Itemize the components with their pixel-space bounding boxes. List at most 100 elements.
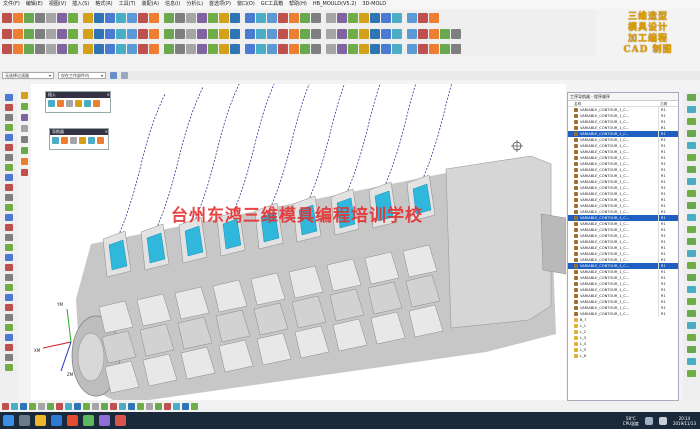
toolbar-button-icon[interactable] [440, 43, 450, 54]
menu-item[interactable]: 窗口(O) [234, 0, 258, 9]
selection-tool-icon[interactable] [110, 403, 117, 410]
sketch-tool-icon[interactable] [4, 294, 13, 301]
selection-tool-icon[interactable] [11, 403, 18, 410]
toolbar-button-icon[interactable] [149, 28, 159, 39]
sketch-tool-icon[interactable] [4, 194, 13, 201]
menu-item[interactable]: 首选项(P) [206, 0, 234, 9]
toolbar-button-icon[interactable] [451, 43, 461, 54]
name-column-header[interactable]: 名称 [568, 101, 658, 106]
resource-bar-icon[interactable] [687, 142, 696, 149]
resource-bar-icon[interactable] [687, 226, 696, 233]
toolbar-button-icon[interactable] [13, 13, 23, 23]
resource-bar-icon[interactable] [687, 334, 696, 341]
nx-app-icon[interactable] [67, 415, 78, 426]
toolbar-button-icon[interactable] [278, 28, 288, 39]
toolbar-button-icon[interactable] [57, 13, 67, 23]
toolbar-button-icon[interactable] [164, 28, 174, 39]
panel-tool-icon[interactable] [61, 137, 68, 144]
clock[interactable]: 20:14 2019/11/13 [673, 416, 696, 426]
close-icon[interactable]: × [107, 92, 110, 98]
sketch-tool-icon[interactable] [4, 244, 13, 251]
resource-bar-icon[interactable] [687, 154, 696, 161]
resource-bar-icon[interactable] [687, 214, 696, 221]
toolbar-button-icon[interactable] [2, 28, 12, 39]
panel-tool-icon[interactable] [52, 137, 59, 144]
toolbar-button-icon[interactable] [149, 13, 159, 23]
menu-item[interactable]: 格式(R) [92, 0, 115, 9]
toolbar-button-icon[interactable] [219, 28, 229, 39]
toolbar-button-icon[interactable] [440, 28, 450, 39]
toolbar-button-icon[interactable] [83, 43, 93, 54]
selection-tool-icon[interactable] [173, 403, 180, 410]
scope-select[interactable]: 仅在工作部件内 ▾ [58, 72, 106, 79]
toolbar-button-icon[interactable] [105, 28, 115, 39]
toolbar-button-icon[interactable] [392, 43, 402, 54]
toolbar-button-icon[interactable] [407, 43, 417, 54]
resource-bar-icon[interactable] [687, 94, 696, 101]
toolbar-button-icon[interactable] [68, 13, 78, 23]
menu-item[interactable]: HB_MOULD(V5.2) [310, 0, 360, 9]
panel-tool-icon[interactable] [84, 100, 91, 107]
menu-item[interactable]: 分析(L) [183, 0, 206, 9]
chat-app-icon[interactable] [83, 415, 94, 426]
resource-bar-icon[interactable] [687, 106, 696, 113]
toolbar-button-icon[interactable] [230, 13, 240, 23]
toolbar-button-icon[interactable] [208, 28, 218, 39]
toolbar-button-icon[interactable] [164, 13, 174, 23]
selection-tool-icon[interactable] [119, 403, 126, 410]
toolbar-button-icon[interactable] [300, 13, 310, 23]
toolbar-button-icon[interactable] [24, 28, 34, 39]
panel-tool-icon[interactable] [48, 100, 55, 107]
sketch-tool-icon[interactable] [20, 147, 28, 154]
resource-bar-icon[interactable] [687, 274, 696, 281]
sketch-tool-icon[interactable] [4, 234, 13, 241]
toolbar-button-icon[interactable] [116, 28, 126, 39]
toolbar-button-icon[interactable] [337, 28, 347, 39]
toolbar-button-icon[interactable] [138, 43, 148, 54]
toolbar-button-icon[interactable] [2, 43, 12, 54]
sketch-tool-icon[interactable] [4, 94, 13, 101]
graphics-viewport[interactable]: YM XM ZM 台州东鸿三维模具编程培训学校 插入 × 导航器 × [31, 84, 566, 400]
sketch-tool-icon[interactable] [4, 184, 13, 191]
toolbar-button-icon[interactable] [370, 13, 380, 23]
menu-item[interactable]: 3D-MOLD [359, 0, 389, 9]
toolbar-button-icon[interactable] [175, 28, 185, 39]
browser-icon[interactable] [51, 415, 62, 426]
network-icon[interactable] [644, 416, 653, 425]
snap-icon[interactable] [121, 72, 128, 79]
toolbar-button-icon[interactable] [359, 28, 369, 39]
menu-item[interactable]: 插入(S) [69, 0, 92, 9]
sketch-tool-icon[interactable] [4, 284, 13, 291]
resource-bar-icon[interactable] [687, 166, 696, 173]
selection-tool-icon[interactable] [2, 403, 9, 410]
toolbar-button-icon[interactable] [105, 43, 115, 54]
sketch-tool-icon[interactable] [4, 304, 13, 311]
toolbar-button-icon[interactable] [337, 13, 347, 23]
sketch-tool-icon[interactable] [4, 164, 13, 171]
panel-tool-icon[interactable] [66, 100, 73, 107]
toolbar-button-icon[interactable] [267, 43, 277, 54]
selection-tool-icon[interactable] [74, 403, 81, 410]
sketch-tool-icon[interactable] [4, 124, 13, 131]
menu-item[interactable]: 编辑(E) [23, 0, 46, 9]
toolbar-button-icon[interactable] [392, 13, 402, 23]
toolbar-button-icon[interactable] [138, 28, 148, 39]
toolbar-button-icon[interactable] [2, 13, 12, 23]
sketch-tool-icon[interactable] [4, 224, 13, 231]
sketch-tool-icon[interactable] [4, 274, 13, 281]
resource-bar-icon[interactable] [687, 346, 696, 353]
sketch-tool-icon[interactable] [4, 264, 13, 271]
toolbar-button-icon[interactable] [256, 43, 266, 54]
toolbar-button-icon[interactable] [197, 28, 207, 39]
panel-tool-icon[interactable] [88, 137, 95, 144]
menu-item[interactable]: 文件(F) [0, 0, 23, 9]
toolbar-button-icon[interactable] [267, 13, 277, 23]
selection-tool-icon[interactable] [137, 403, 144, 410]
toolbar-button-icon[interactable] [57, 43, 67, 54]
menu-item[interactable]: 视图(V) [46, 0, 69, 9]
menu-item[interactable]: GC工具箱 [258, 0, 286, 9]
toolbar-button-icon[interactable] [348, 28, 358, 39]
toolbar-button-icon[interactable] [289, 43, 299, 54]
sketch-tool-icon[interactable] [20, 114, 28, 121]
volume-icon[interactable] [658, 416, 667, 425]
